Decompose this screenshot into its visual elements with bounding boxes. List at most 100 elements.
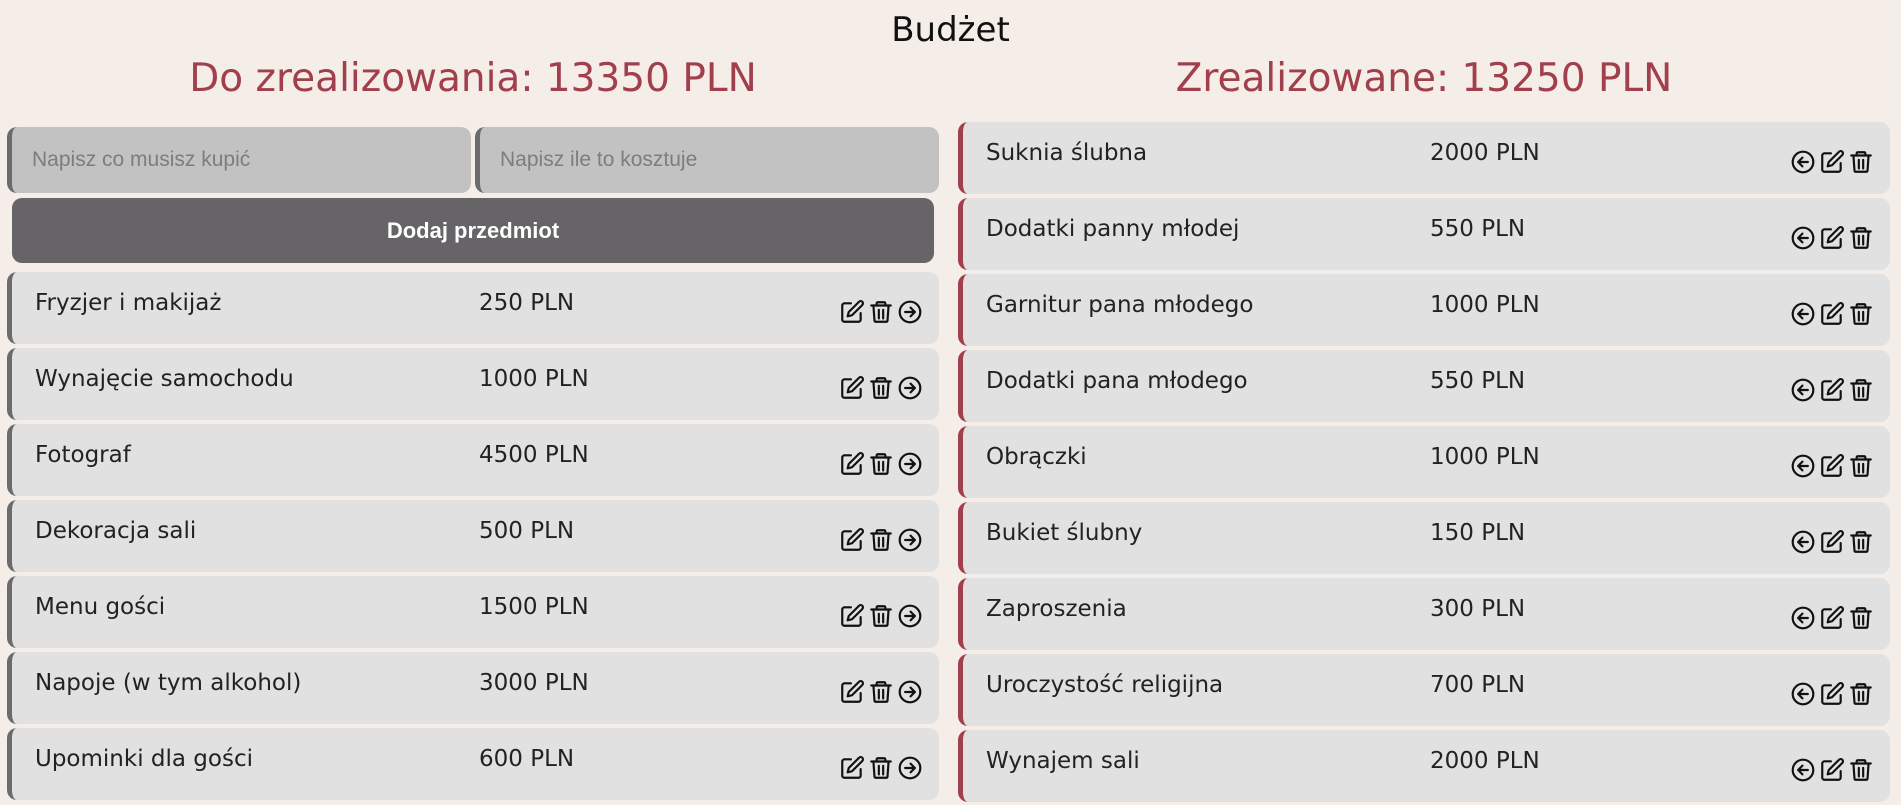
list-item: Menu gości 1500 PLN	[7, 576, 939, 648]
trash-icon[interactable]	[868, 755, 894, 781]
arrow-right-circle-icon[interactable]	[897, 603, 923, 629]
edit-icon[interactable]	[1819, 377, 1845, 403]
item-name: Upominki dla gości	[35, 746, 253, 772]
item-price: 250 PLN	[479, 290, 575, 316]
item-actions	[839, 679, 923, 705]
trash-icon[interactable]	[1848, 149, 1874, 175]
trash-icon[interactable]	[1848, 225, 1874, 251]
trash-icon[interactable]	[1848, 681, 1874, 707]
edit-icon[interactable]	[839, 527, 865, 553]
list-item: Obrączki 1000 PLN	[958, 426, 1890, 498]
arrow-left-circle-icon[interactable]	[1790, 529, 1816, 555]
trash-icon[interactable]	[1848, 377, 1874, 403]
list-item: Dekoracja sali 500 PLN	[7, 500, 939, 572]
item-price: 1000 PLN	[1430, 444, 1540, 470]
arrow-left-circle-icon[interactable]	[1790, 681, 1816, 707]
item-actions	[839, 299, 923, 325]
edit-icon[interactable]	[1819, 529, 1845, 555]
edit-icon[interactable]	[839, 755, 865, 781]
list-item: Bukiet ślubny 150 PLN	[958, 502, 1890, 574]
item-price: 2000 PLN	[1430, 748, 1540, 774]
item-actions	[1790, 605, 1874, 631]
item-price: 550 PLN	[1430, 216, 1526, 242]
arrow-left-circle-icon[interactable]	[1790, 301, 1816, 327]
list-item: Garnitur pana młodego 1000 PLN	[958, 274, 1890, 346]
arrow-right-circle-icon[interactable]	[897, 375, 923, 401]
edit-icon[interactable]	[839, 679, 865, 705]
item-name: Obrączki	[986, 444, 1087, 470]
edit-icon[interactable]	[839, 603, 865, 629]
list-item: Zaproszenia 300 PLN	[958, 578, 1890, 650]
arrow-left-circle-icon[interactable]	[1790, 377, 1816, 403]
trash-icon[interactable]	[868, 451, 894, 477]
item-price: 550 PLN	[1430, 368, 1526, 394]
item-name: Fryzjer i makijaż	[35, 290, 222, 316]
arrow-left-circle-icon[interactable]	[1790, 453, 1816, 479]
trash-icon[interactable]	[868, 375, 894, 401]
trash-icon[interactable]	[1848, 605, 1874, 631]
list-item: Fotograf 4500 PLN	[7, 424, 939, 496]
item-name: Suknia ślubna	[986, 140, 1148, 166]
item-name: Dodatki pana młodego	[986, 368, 1248, 394]
item-actions	[839, 603, 923, 629]
item-price: 1000 PLN	[479, 366, 589, 392]
item-name: Menu gości	[35, 594, 166, 620]
item-price: 700 PLN	[1430, 672, 1526, 698]
to-realize-list: Fryzjer i makijaż 250 PLN Wynajęcie samoch…	[7, 272, 939, 804]
item-price: 1500 PLN	[479, 594, 589, 620]
arrow-left-circle-icon[interactable]	[1790, 757, 1816, 783]
arrow-right-circle-icon[interactable]	[897, 527, 923, 553]
edit-icon[interactable]	[839, 375, 865, 401]
item-name-input[interactable]	[7, 127, 471, 193]
trash-icon[interactable]	[868, 603, 894, 629]
arrow-right-circle-icon[interactable]	[897, 755, 923, 781]
trash-icon[interactable]	[1848, 453, 1874, 479]
item-price: 600 PLN	[479, 746, 575, 772]
list-item: Upominki dla gości 600 PLN	[7, 728, 939, 800]
edit-icon[interactable]	[1819, 149, 1845, 175]
edit-icon[interactable]	[1819, 757, 1845, 783]
trash-icon[interactable]	[868, 679, 894, 705]
list-item: Suknia ślubna 2000 PLN	[958, 122, 1890, 194]
item-name: Uroczystość religijna	[986, 672, 1224, 698]
item-actions	[1790, 681, 1874, 707]
item-name: Napoje (w tym alkohol)	[35, 670, 302, 696]
arrow-left-circle-icon[interactable]	[1790, 605, 1816, 631]
add-item-button[interactable]: Dodaj przedmiot	[12, 198, 934, 263]
trash-icon[interactable]	[1848, 529, 1874, 555]
list-item: Dodatki panny młodej 550 PLN	[958, 198, 1890, 270]
item-actions	[1790, 301, 1874, 327]
realized-heading: Zrealizowane: 13250 PLN	[1175, 56, 1673, 101]
arrow-left-circle-icon[interactable]	[1790, 225, 1816, 251]
edit-icon[interactable]	[839, 451, 865, 477]
item-name: Dodatki panny młodej	[986, 216, 1240, 242]
item-price: 1000 PLN	[1430, 292, 1540, 318]
edit-icon[interactable]	[1819, 453, 1845, 479]
arrow-right-circle-icon[interactable]	[897, 679, 923, 705]
item-actions	[839, 451, 923, 477]
edit-icon[interactable]	[1819, 681, 1845, 707]
trash-icon[interactable]	[1848, 301, 1874, 327]
trash-icon[interactable]	[1848, 757, 1874, 783]
edit-icon[interactable]	[1819, 301, 1845, 327]
arrow-left-circle-icon[interactable]	[1790, 149, 1816, 175]
item-actions	[1790, 225, 1874, 251]
budget-page: Budżet Do zrealizowania: 13350 PLN Dodaj…	[0, 0, 1901, 805]
trash-icon[interactable]	[868, 299, 894, 325]
item-name: Zaproszenia	[986, 596, 1127, 622]
trash-icon[interactable]	[868, 527, 894, 553]
realized-list: Suknia ślubna 2000 PLN Dodatki panny młode…	[958, 122, 1890, 805]
edit-icon[interactable]	[1819, 605, 1845, 631]
item-actions	[839, 527, 923, 553]
list-item: Dodatki pana młodego 550 PLN	[958, 350, 1890, 422]
arrow-right-circle-icon[interactable]	[897, 451, 923, 477]
edit-icon[interactable]	[1819, 225, 1845, 251]
arrow-right-circle-icon[interactable]	[897, 299, 923, 325]
item-name: Fotograf	[35, 442, 131, 468]
item-price: 2000 PLN	[1430, 140, 1540, 166]
item-actions	[1790, 529, 1874, 555]
edit-icon[interactable]	[839, 299, 865, 325]
item-actions	[839, 755, 923, 781]
item-name: Garnitur pana młodego	[986, 292, 1254, 318]
item-price-input[interactable]	[475, 127, 939, 193]
